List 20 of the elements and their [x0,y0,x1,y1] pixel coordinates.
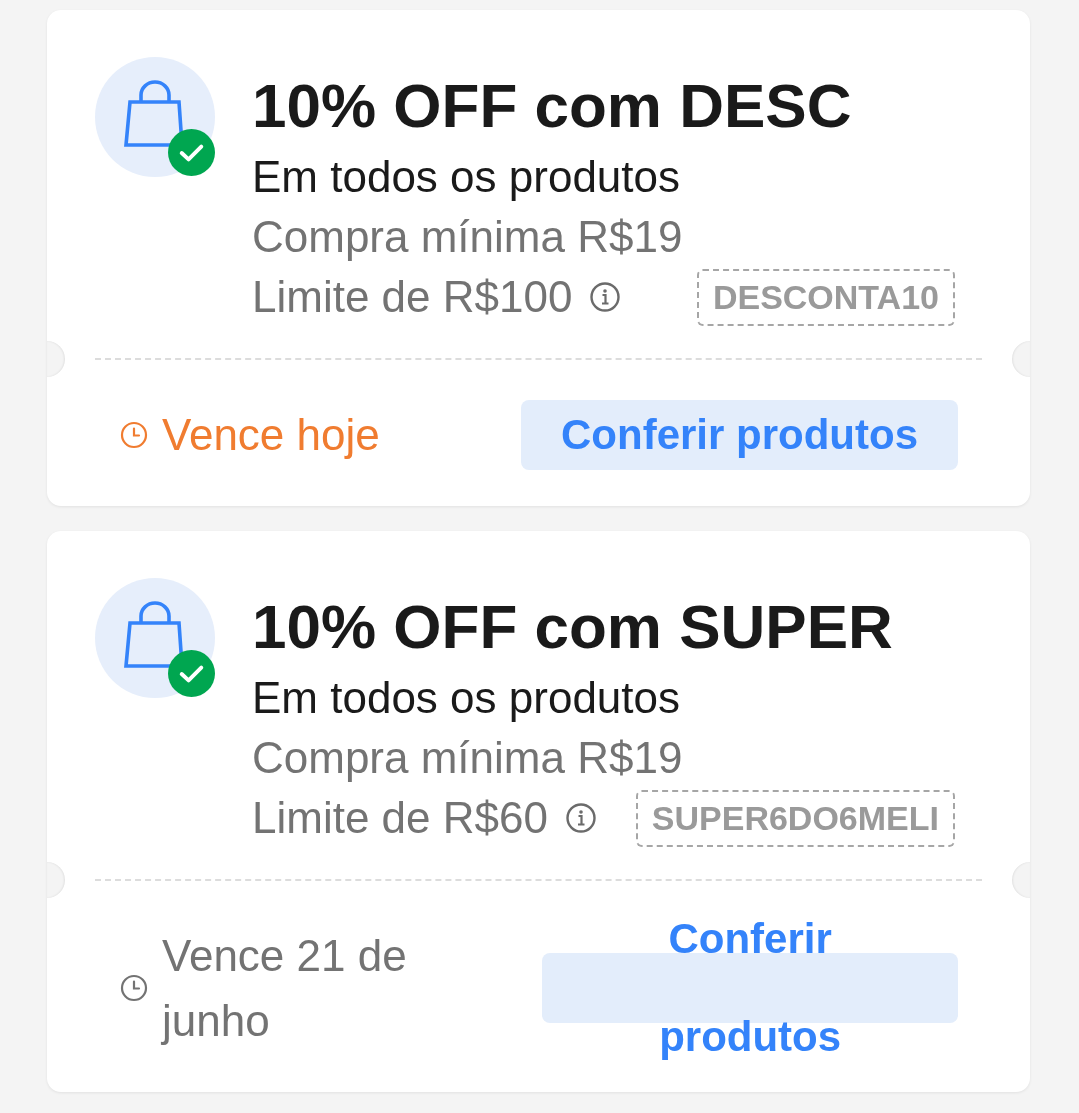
coupon-code[interactable]: SUPER6DO6MELI [635,789,955,847]
coupon-scope: Em todos os produtos [252,672,681,724]
view-products-button[interactable]: Conferir produtos [542,890,958,1086]
minimum-purchase: Compra mínima R$19 [252,732,684,784]
coupon-code[interactable]: DESCONTA10 [696,268,955,326]
clock-icon [120,974,148,1002]
coupon-scope: Em todos os produtos [252,151,681,203]
check-badge-icon [168,650,215,697]
view-products-button[interactable]: Conferir produtos [521,385,958,484]
discount-limit: Limite de R$60 [252,792,548,844]
discount-limit: Limite de R$100 [252,271,573,323]
info-icon[interactable] [565,803,596,833]
clock-icon [120,420,148,449]
info-icon[interactable] [590,282,621,312]
check-badge-icon [168,129,215,176]
minimum-purchase: Compra mínima R$19 [252,211,684,263]
expiry-text: Vence 21 de junho [162,930,408,1047]
coupon-title: 10% OFF com DESC [252,70,853,142]
expiry-text: Vence hoje [162,409,380,461]
coupon-title: 10% OFF com SUPER [252,591,894,663]
